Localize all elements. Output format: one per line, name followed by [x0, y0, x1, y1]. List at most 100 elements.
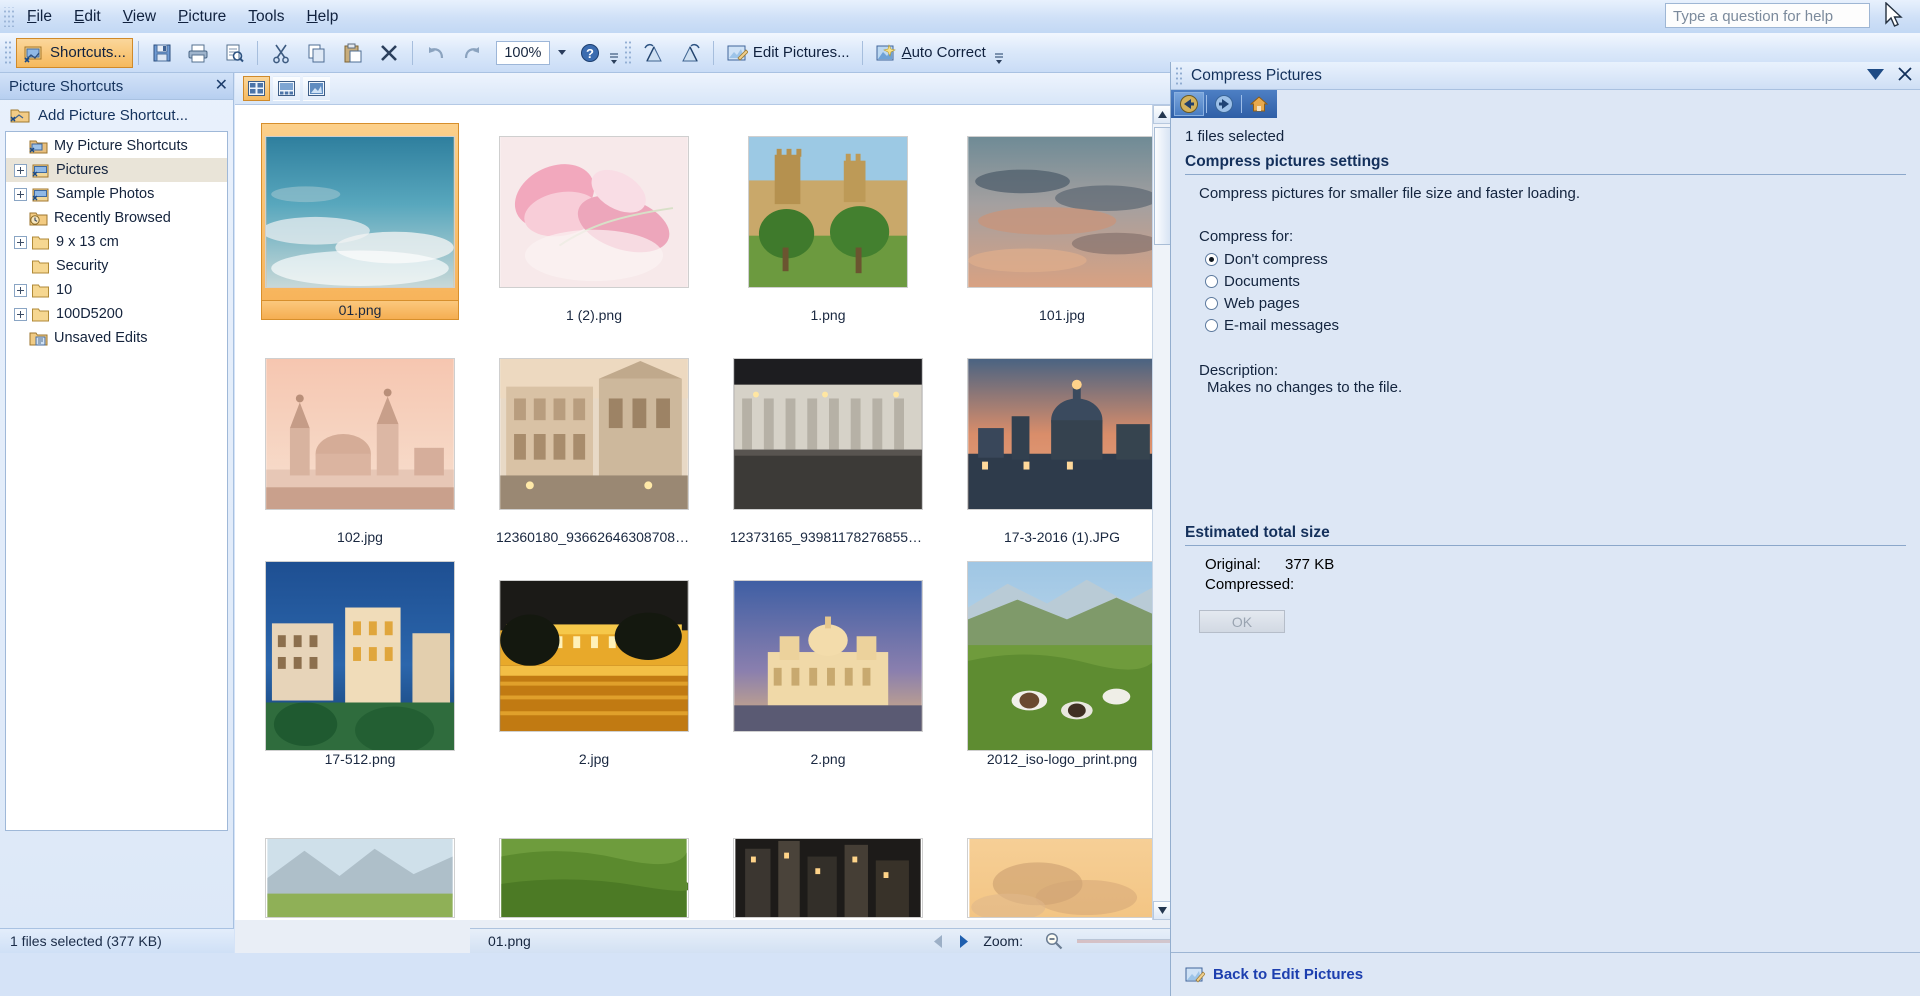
rotate-right-button[interactable] — [672, 38, 708, 68]
thumbnail-item[interactable]: 12373165_939811782768555_1... — [711, 341, 945, 563]
zoom-dropdown-button[interactable] — [552, 38, 572, 68]
cut-button[interactable] — [263, 38, 299, 68]
menu-help[interactable]: Help — [295, 5, 349, 29]
task-pane-grip[interactable] — [1175, 65, 1184, 86]
thumbnail-item[interactable]: 17-3-2016 (1).JPG — [945, 341, 1172, 563]
zoom-combo[interactable]: 100% — [495, 40, 550, 65]
tree-item-sample-photos[interactable]: Sample Photos — [6, 182, 227, 206]
view-mode-bar — [235, 73, 1172, 105]
print-preview-button[interactable] — [216, 38, 252, 68]
thumbnail-item[interactable]: 17-512.png — [243, 561, 477, 785]
thumbnail-image-blue-city-night — [265, 561, 455, 751]
print-button[interactable] — [180, 38, 216, 68]
auto-correct-button[interactable]: Auto Correct — [868, 38, 993, 68]
thumbnail-item[interactable] — [945, 785, 1172, 920]
save-button[interactable] — [144, 38, 180, 68]
thumbnail-item[interactable] — [477, 785, 711, 920]
thumbnail-item[interactable]: 2.jpg — [477, 563, 711, 785]
next-picture-icon[interactable] — [958, 934, 969, 948]
back-to-edit-pictures-link[interactable]: Back to Edit Pictures — [1213, 966, 1363, 983]
radio-button[interactable] — [1205, 274, 1218, 288]
scrollbar-thumb[interactable] — [1154, 127, 1171, 245]
thumbnail-item[interactable]: 102.jpg — [243, 341, 477, 563]
radio-button[interactable] — [1205, 318, 1218, 332]
thumbnail-item[interactable] — [711, 785, 945, 920]
toolbar-grip[interactable] — [4, 39, 13, 66]
redo-button[interactable] — [454, 38, 490, 68]
task-pane-menu-button[interactable] — [1860, 67, 1890, 84]
expand-toggle-icon[interactable] — [14, 187, 27, 201]
tree-item-10[interactable]: 10 — [6, 278, 227, 302]
menu-picture[interactable]: Picture — [167, 5, 237, 29]
edit-pictures-label: Edit Pictures... — [752, 44, 850, 61]
compress-option-documents[interactable]: Documents — [1185, 270, 1906, 292]
rotate-left-button[interactable] — [636, 38, 672, 68]
compress-option-e-mail-messages[interactable]: E-mail messages — [1185, 314, 1906, 336]
thumbnails-scroll-region[interactable]: 01.png 1 (2).png 1.png 101.jpg 102.jpg 123601… — [235, 105, 1172, 920]
add-picture-shortcut-row[interactable]: Add Picture Shortcut... — [0, 100, 233, 131]
thumbnail-item[interactable]: 2012_iso-logo_print.png — [945, 561, 1172, 785]
toolbar-overflow-button-2[interactable] — [993, 38, 1005, 68]
radio-button[interactable] — [1205, 252, 1218, 266]
expand-toggle-icon[interactable] — [14, 235, 27, 249]
single-picture-view-button[interactable] — [303, 76, 330, 101]
task-pane-back-button[interactable] — [1174, 92, 1204, 116]
expand-toggle-icon[interactable] — [14, 163, 27, 177]
zoom-out-icon[interactable] — [1045, 932, 1063, 950]
menu-file[interactable]: File — [16, 5, 63, 29]
recent-folder-icon — [29, 210, 48, 227]
menu-bar-grip[interactable] — [4, 6, 16, 27]
thumbnail-image-night-plaza — [733, 358, 923, 510]
files-selected-label: 1 files selected — [1185, 128, 1285, 145]
paste-button[interactable] — [335, 38, 371, 68]
shortcuts-tree[interactable]: My Picture Shortcuts Pictures Sample Photo… — [5, 131, 228, 831]
tree-item-pictures[interactable]: Pictures — [6, 158, 227, 182]
picture-shortcuts-pane: Picture Shortcuts ✕ Add Picture Shortcut… — [0, 73, 234, 953]
menu-tools[interactable]: Tools — [237, 5, 295, 29]
tree-item-unsaved-edits[interactable]: Unsaved Edits — [6, 326, 227, 350]
thumbnail-item[interactable]: 1.png — [711, 119, 945, 341]
thumbnail-item[interactable]: 01.png — [243, 119, 477, 341]
tree-item-recently-browsed[interactable]: Recently Browsed — [6, 206, 227, 230]
thumbnails-vertical-scrollbar[interactable] — [1152, 105, 1172, 920]
shortcuts-folder-icon — [29, 138, 48, 155]
close-icon[interactable]: ✕ — [215, 78, 228, 94]
delete-button[interactable] — [371, 38, 407, 68]
help-search-input[interactable]: Type a question for help — [1665, 3, 1870, 28]
ok-button[interactable]: OK — [1199, 610, 1285, 633]
thumbnail-item[interactable]: 1 (2).png — [477, 119, 711, 341]
thumbnail-item[interactable]: 101.jpg — [945, 119, 1172, 341]
edit-pictures-button[interactable]: Edit Pictures... — [719, 38, 857, 68]
menu-edit[interactable]: Edit — [63, 5, 112, 29]
picture-shortcuts-title-bar: Picture Shortcuts ✕ — [0, 73, 233, 100]
compress-option-web-pages[interactable]: Web pages — [1185, 292, 1906, 314]
filmstrip-view-button[interactable] — [273, 76, 300, 101]
task-pane-forward-button[interactable] — [1209, 92, 1239, 116]
expand-toggle-icon[interactable] — [14, 307, 27, 321]
thumbnail-item[interactable]: 12360180_936626463087087_8... — [477, 341, 711, 563]
compressed-size-row: Compressed: — [1185, 576, 1906, 596]
tree-item-security[interactable]: Security — [6, 254, 227, 278]
tree-item-100d5200[interactable]: 100D5200 — [6, 302, 227, 326]
previous-picture-icon[interactable] — [933, 934, 944, 948]
thumbnail-view-button[interactable] — [243, 76, 270, 101]
thumbnail-item[interactable] — [243, 785, 477, 920]
tree-item-my-picture-shortcuts[interactable]: My Picture Shortcuts — [6, 134, 227, 158]
toolbar-overflow-button[interactable] — [608, 38, 620, 68]
task-pane-close-button[interactable] — [1890, 66, 1920, 85]
expand-toggle-icon[interactable] — [14, 283, 27, 297]
tree-item-9-x-13-cm[interactable]: 9 x 13 cm — [6, 230, 227, 254]
menu-view[interactable]: View — [112, 5, 167, 29]
undo-button[interactable] — [418, 38, 454, 68]
thumbnail-item[interactable]: 2.png — [711, 563, 945, 785]
shortcuts-button[interactable]: Shortcuts... — [16, 37, 133, 68]
toolbar-grip-2[interactable] — [623, 39, 633, 66]
nav-separator-2 — [1241, 95, 1242, 113]
radio-button[interactable] — [1205, 296, 1218, 310]
thumbnail-image-box — [261, 123, 459, 301]
task-pane-home-button[interactable] — [1244, 92, 1274, 116]
copy-button[interactable] — [299, 38, 335, 68]
compress-option-don-t-compress[interactable]: Don't compress — [1185, 248, 1906, 270]
help-button[interactable]: ? — [572, 38, 608, 68]
tree-item-label: My Picture Shortcuts — [54, 138, 188, 154]
